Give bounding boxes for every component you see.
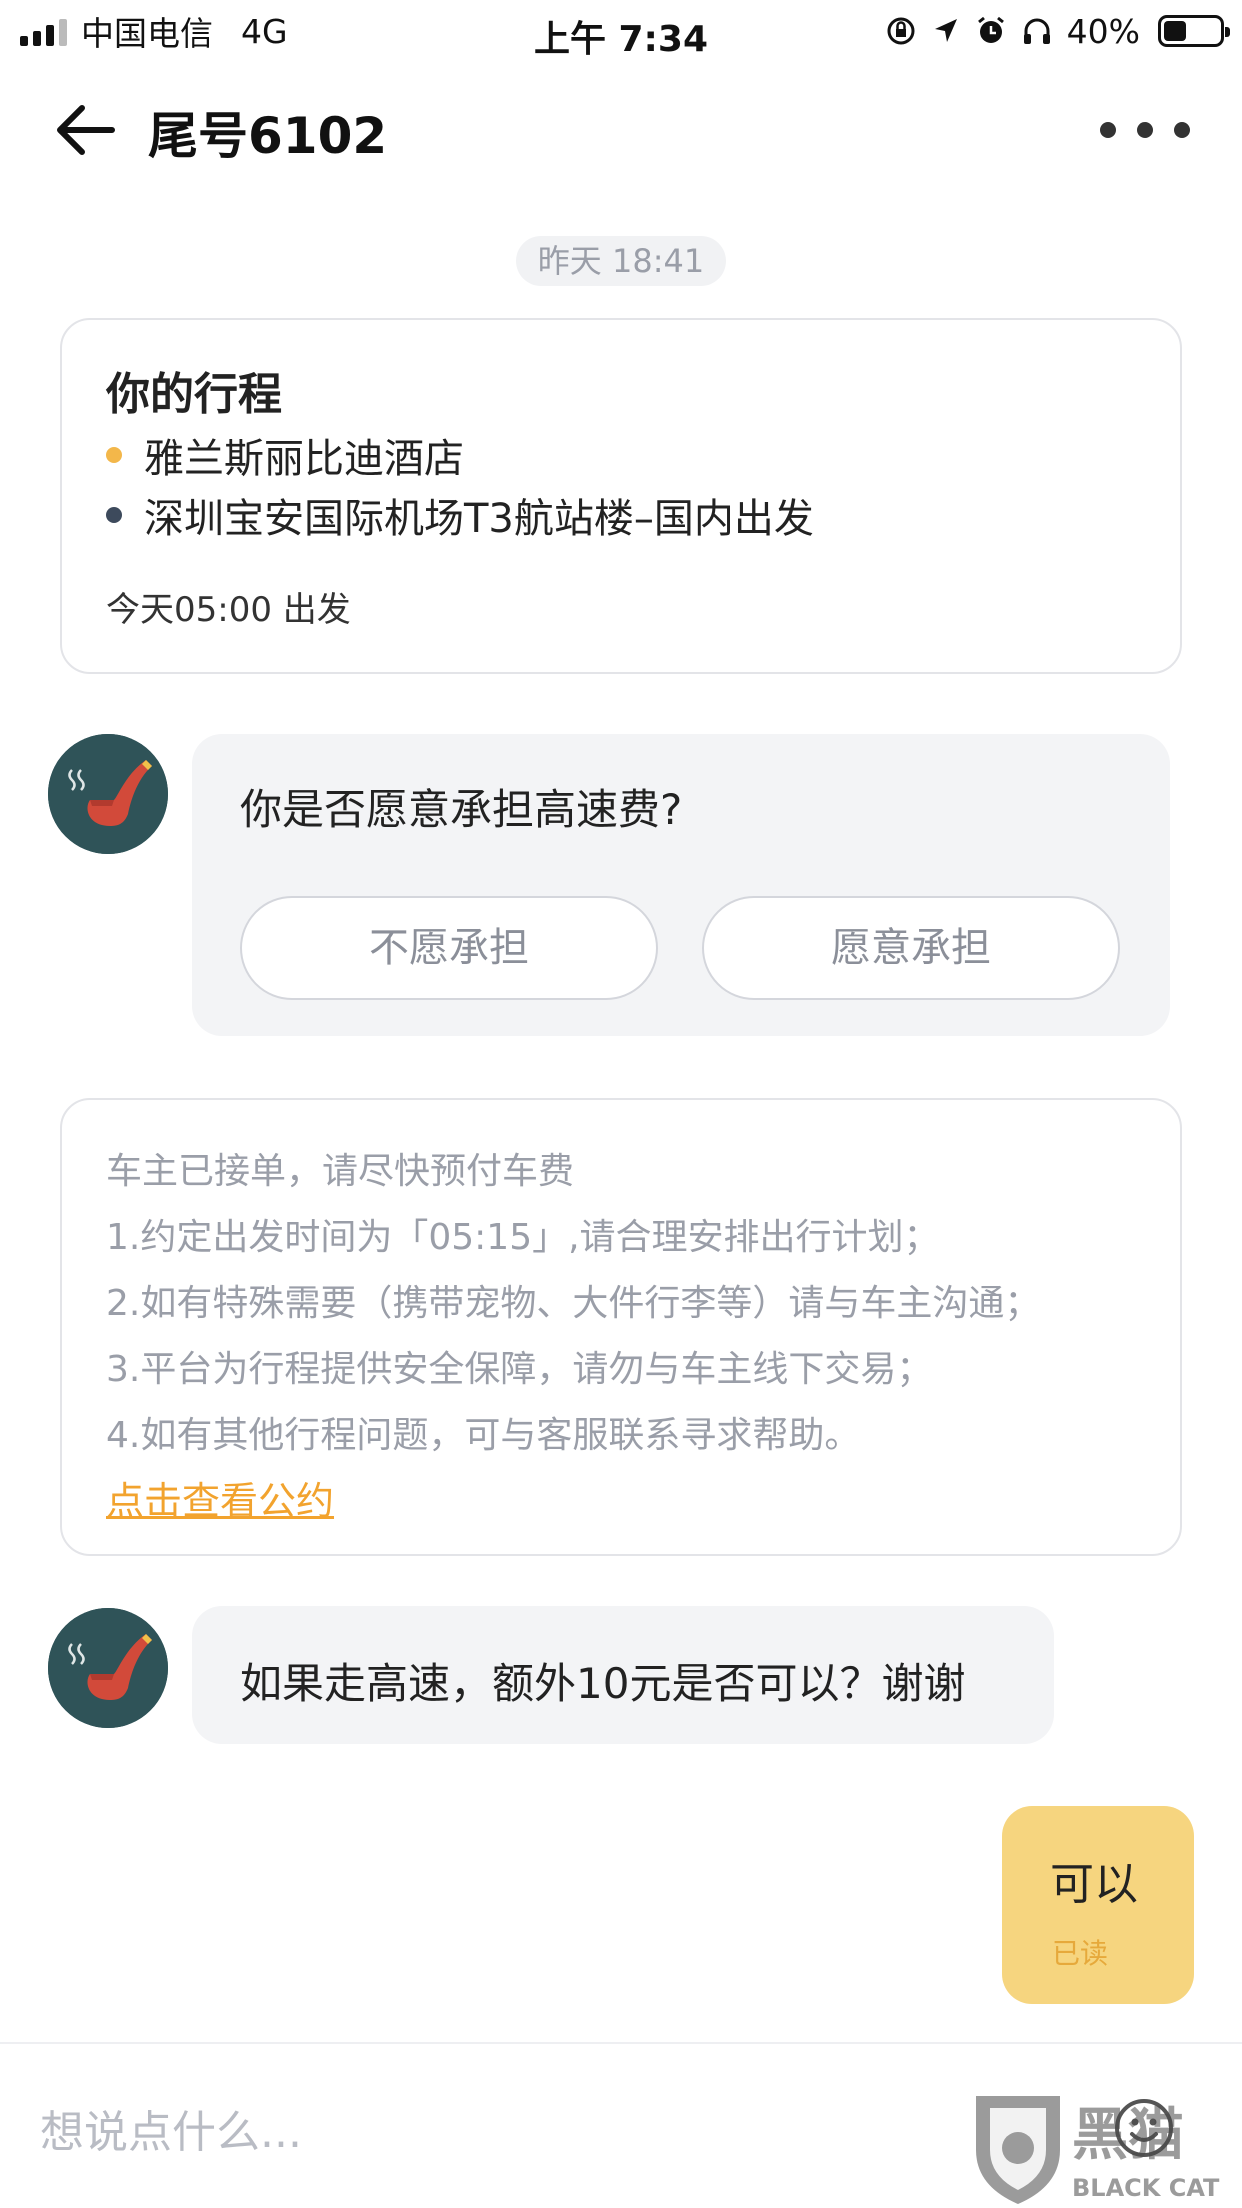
battery-fill — [1164, 21, 1186, 41]
message-input[interactable]: 想说点什么... — [40, 2096, 940, 2158]
alarm-icon — [977, 16, 1004, 43]
origin-dot-icon — [106, 447, 122, 463]
driver-avatar[interactable] — [48, 734, 168, 854]
destination-label: 深圳宝安国际机场T3航站楼–国内出发 — [144, 496, 814, 542]
notice-line: 车主已接单，请尽快预付车费 — [106, 1151, 575, 1192]
trip-origin: 雅兰斯丽比迪酒店 — [106, 426, 464, 484]
question-bubble: 你是否愿意承担高速费? 不愿承担 愿意承担 — [192, 734, 1170, 1036]
driver-message-text: 如果走高速，额外10元是否可以？谢谢 — [240, 1659, 966, 1708]
more-button[interactable] — [1100, 110, 1190, 150]
rotation-lock-icon — [887, 17, 915, 45]
my-message-text: 可以 — [1050, 1859, 1138, 1910]
departure-time: 今天05:00 出发 — [106, 590, 351, 630]
notice-line: 3.平台为行程提供安全保障，请勿与车主线下交易； — [106, 1349, 933, 1390]
back-button[interactable] — [52, 100, 122, 160]
trip-title: 你的行程 — [106, 369, 282, 420]
view-convention-link[interactable]: 点击查看公约 — [106, 1470, 334, 1525]
more-horizontal-icon — [1100, 122, 1116, 138]
black-cat-watermark: 黑猫 BLACK CAT — [968, 2090, 1242, 2208]
watermark-text-cn: 黑猫 — [1072, 2103, 1184, 2168]
location-icon — [934, 19, 957, 42]
page-title: 尾号6102 — [148, 107, 388, 165]
destination-dot-icon — [106, 507, 122, 523]
notice-line: 4.如有其他行程问题，可与客服联系寻求帮助。 — [106, 1415, 861, 1456]
trip-destination: 深圳宝安国际机场T3航站楼–国内出发 — [106, 486, 814, 544]
chat-screen: 中国电信 4G 上午 7:34 40% 尾号6102 昨天 18:41 你的行程… — [0, 0, 1242, 2208]
my-message-bubble: 可以 已读 — [1002, 1806, 1194, 2004]
arrow-left-icon — [57, 105, 115, 155]
notice-line: 1.约定出发时间为「05:15」,请合理安排出行计划； — [106, 1217, 940, 1258]
battery-icon — [1158, 15, 1230, 47]
battery-percent: 40% — [1066, 11, 1140, 51]
message-timestamp: 昨天 18:41 — [516, 236, 726, 286]
read-status: 已读 — [1052, 1937, 1109, 1970]
accept-button[interactable]: 愿意承担 — [702, 896, 1120, 1000]
status-bar: 中国电信 4G 上午 7:34 40% — [0, 0, 1242, 62]
notice-card: 车主已接单，请尽快预付车费 1.约定出发时间为「05:15」,请合理安排出行计划… — [60, 1098, 1182, 1556]
pipe-icon — [48, 1608, 168, 1728]
origin-label: 雅兰斯丽比迪酒店 — [144, 436, 464, 482]
trip-card[interactable]: 你的行程 雅兰斯丽比迪酒店 深圳宝安国际机场T3航站楼–国内出发 今天05:00… — [60, 318, 1182, 674]
pipe-icon — [48, 734, 168, 854]
decline-button[interactable]: 不愿承担 — [240, 896, 658, 1000]
driver-message-bubble: 如果走高速，额外10元是否可以？谢谢 — [192, 1606, 1054, 1744]
headphones-icon — [1023, 18, 1050, 44]
question-text: 你是否愿意承担高速费? — [240, 785, 683, 834]
nav-bar: 尾号6102 — [0, 82, 1242, 176]
black-cat-logo-icon: 黑猫 BLACK CAT — [976, 2096, 1220, 2204]
status-right: 40% — [885, 10, 1230, 52]
notice-line: 2.如有特殊需要（携带宠物、大件行李等）请与车主沟通； — [106, 1283, 1041, 1324]
watermark-text-en: BLACK CAT — [1072, 2174, 1220, 2202]
driver-avatar[interactable] — [48, 1608, 168, 1728]
